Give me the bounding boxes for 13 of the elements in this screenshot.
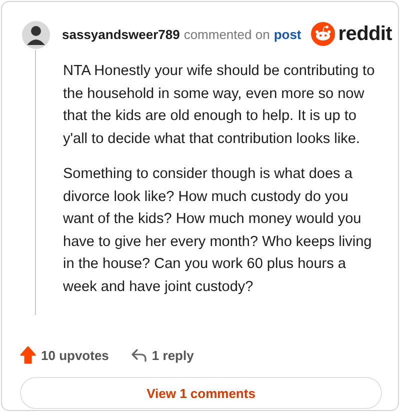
post-link[interactable]: post [274, 26, 302, 42]
snoo-icon [311, 22, 336, 46]
view-comments-button[interactable]: View 1 comments [20, 377, 382, 409]
brand-name: reddit [338, 22, 392, 46]
reply-icon[interactable] [130, 348, 147, 362]
action-text: commented on [184, 26, 270, 42]
comment-paragraph: NTA Honestly your wife should be contributing to the household in some way, even more so now that the kids are old enough to help. It is up to y'all to decide what that contribution looks like. [63, 62, 376, 148]
comment-paragraph: Something to consider though is what does a divorce look like? How much custody do you want of the kids? How much money would you have to give her every month? Who keeps living in the house? Can you work 60 plus hours a week and have joint custody? [63, 165, 373, 296]
upvote-count: 10 upvotes [41, 348, 109, 362]
upvote-icon[interactable] [20, 346, 36, 364]
reply-count: 1 reply [152, 348, 194, 362]
avatar-icon [20, 18, 52, 50]
author-name[interactable]: sassyandsweer789 [62, 26, 180, 42]
